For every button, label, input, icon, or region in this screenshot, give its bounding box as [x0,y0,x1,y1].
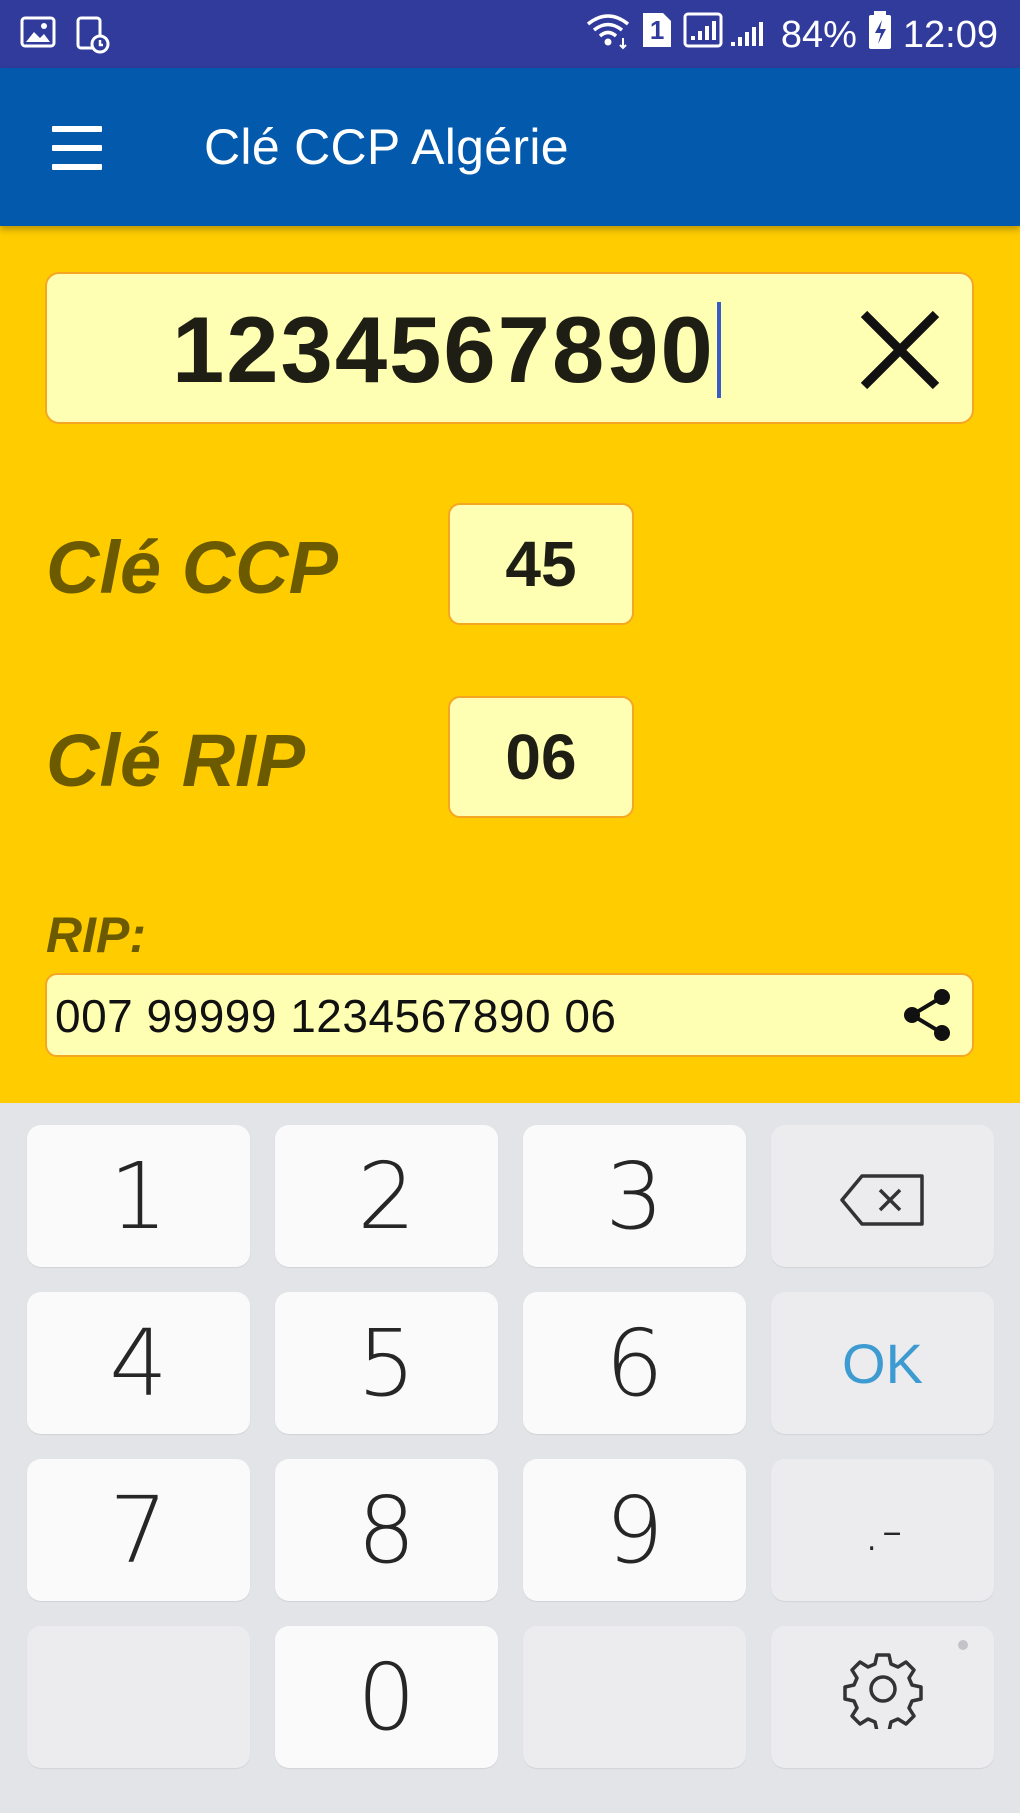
key-9[interactable]: 9 [523,1459,746,1601]
backspace-key[interactable] [771,1125,994,1267]
battery-percent: 84% [780,13,857,56]
options-dot [958,1640,968,1650]
empty-key-left [27,1626,250,1768]
backspace-icon [838,1143,928,1250]
battery-charging-icon [867,10,893,60]
screenshot-icon [74,14,110,59]
app-bar: Clé CCP Algérie [0,68,1020,226]
key-4[interactable]: 4 [27,1292,250,1434]
rip-label: RIP: [46,907,146,963]
numeric-keypad: 1 2 3 4 5 6 OK 7 8 9 .- 0 [0,1103,1020,1813]
signal-icon [683,10,771,60]
key-7[interactable]: 7 [27,1459,250,1601]
ok-key[interactable]: OK [771,1292,994,1434]
app-title: Clé CCP Algérie [204,119,569,175]
sim-slot-number: 1 [649,15,665,45]
ccp-key-label: Clé CCP [46,526,338,609]
wifi-icon [585,10,631,60]
clock: 12:09 [902,13,998,56]
rip-field: 007 99999 1234567890 06 [45,973,974,1057]
sim-icon: 1 [641,11,673,59]
ccp-number-input[interactable]: 1234567890 [45,272,974,424]
clear-icon[interactable] [858,308,942,392]
key-1[interactable]: 1 [27,1125,250,1267]
ccp-number-value: 1234567890 [172,297,715,402]
rip-key-value: 06 [448,696,634,818]
punctuation-key[interactable]: .- [771,1459,994,1601]
empty-key-right [523,1626,746,1768]
key-3[interactable]: 3 [523,1125,746,1267]
key-2[interactable]: 2 [275,1125,498,1267]
share-icon[interactable] [898,985,958,1045]
status-bar: 1 84% 12:09 [0,0,1020,68]
key-8[interactable]: 8 [275,1459,498,1601]
rip-value: 007 99999 1234567890 06 [55,990,617,1042]
key-0[interactable]: 0 [275,1626,498,1768]
text-caret [716,302,721,398]
key-6[interactable]: 6 [523,1292,746,1434]
ccp-key-value: 45 [448,503,634,625]
key-5[interactable]: 5 [275,1292,498,1434]
settings-key[interactable] [771,1626,994,1768]
rip-key-label: Clé RIP [46,719,306,802]
settings-icon [842,1644,923,1751]
ccp-number-value-wrap: 1234567890 [172,296,721,404]
gallery-icon [20,14,56,59]
menu-icon[interactable] [44,120,110,176]
